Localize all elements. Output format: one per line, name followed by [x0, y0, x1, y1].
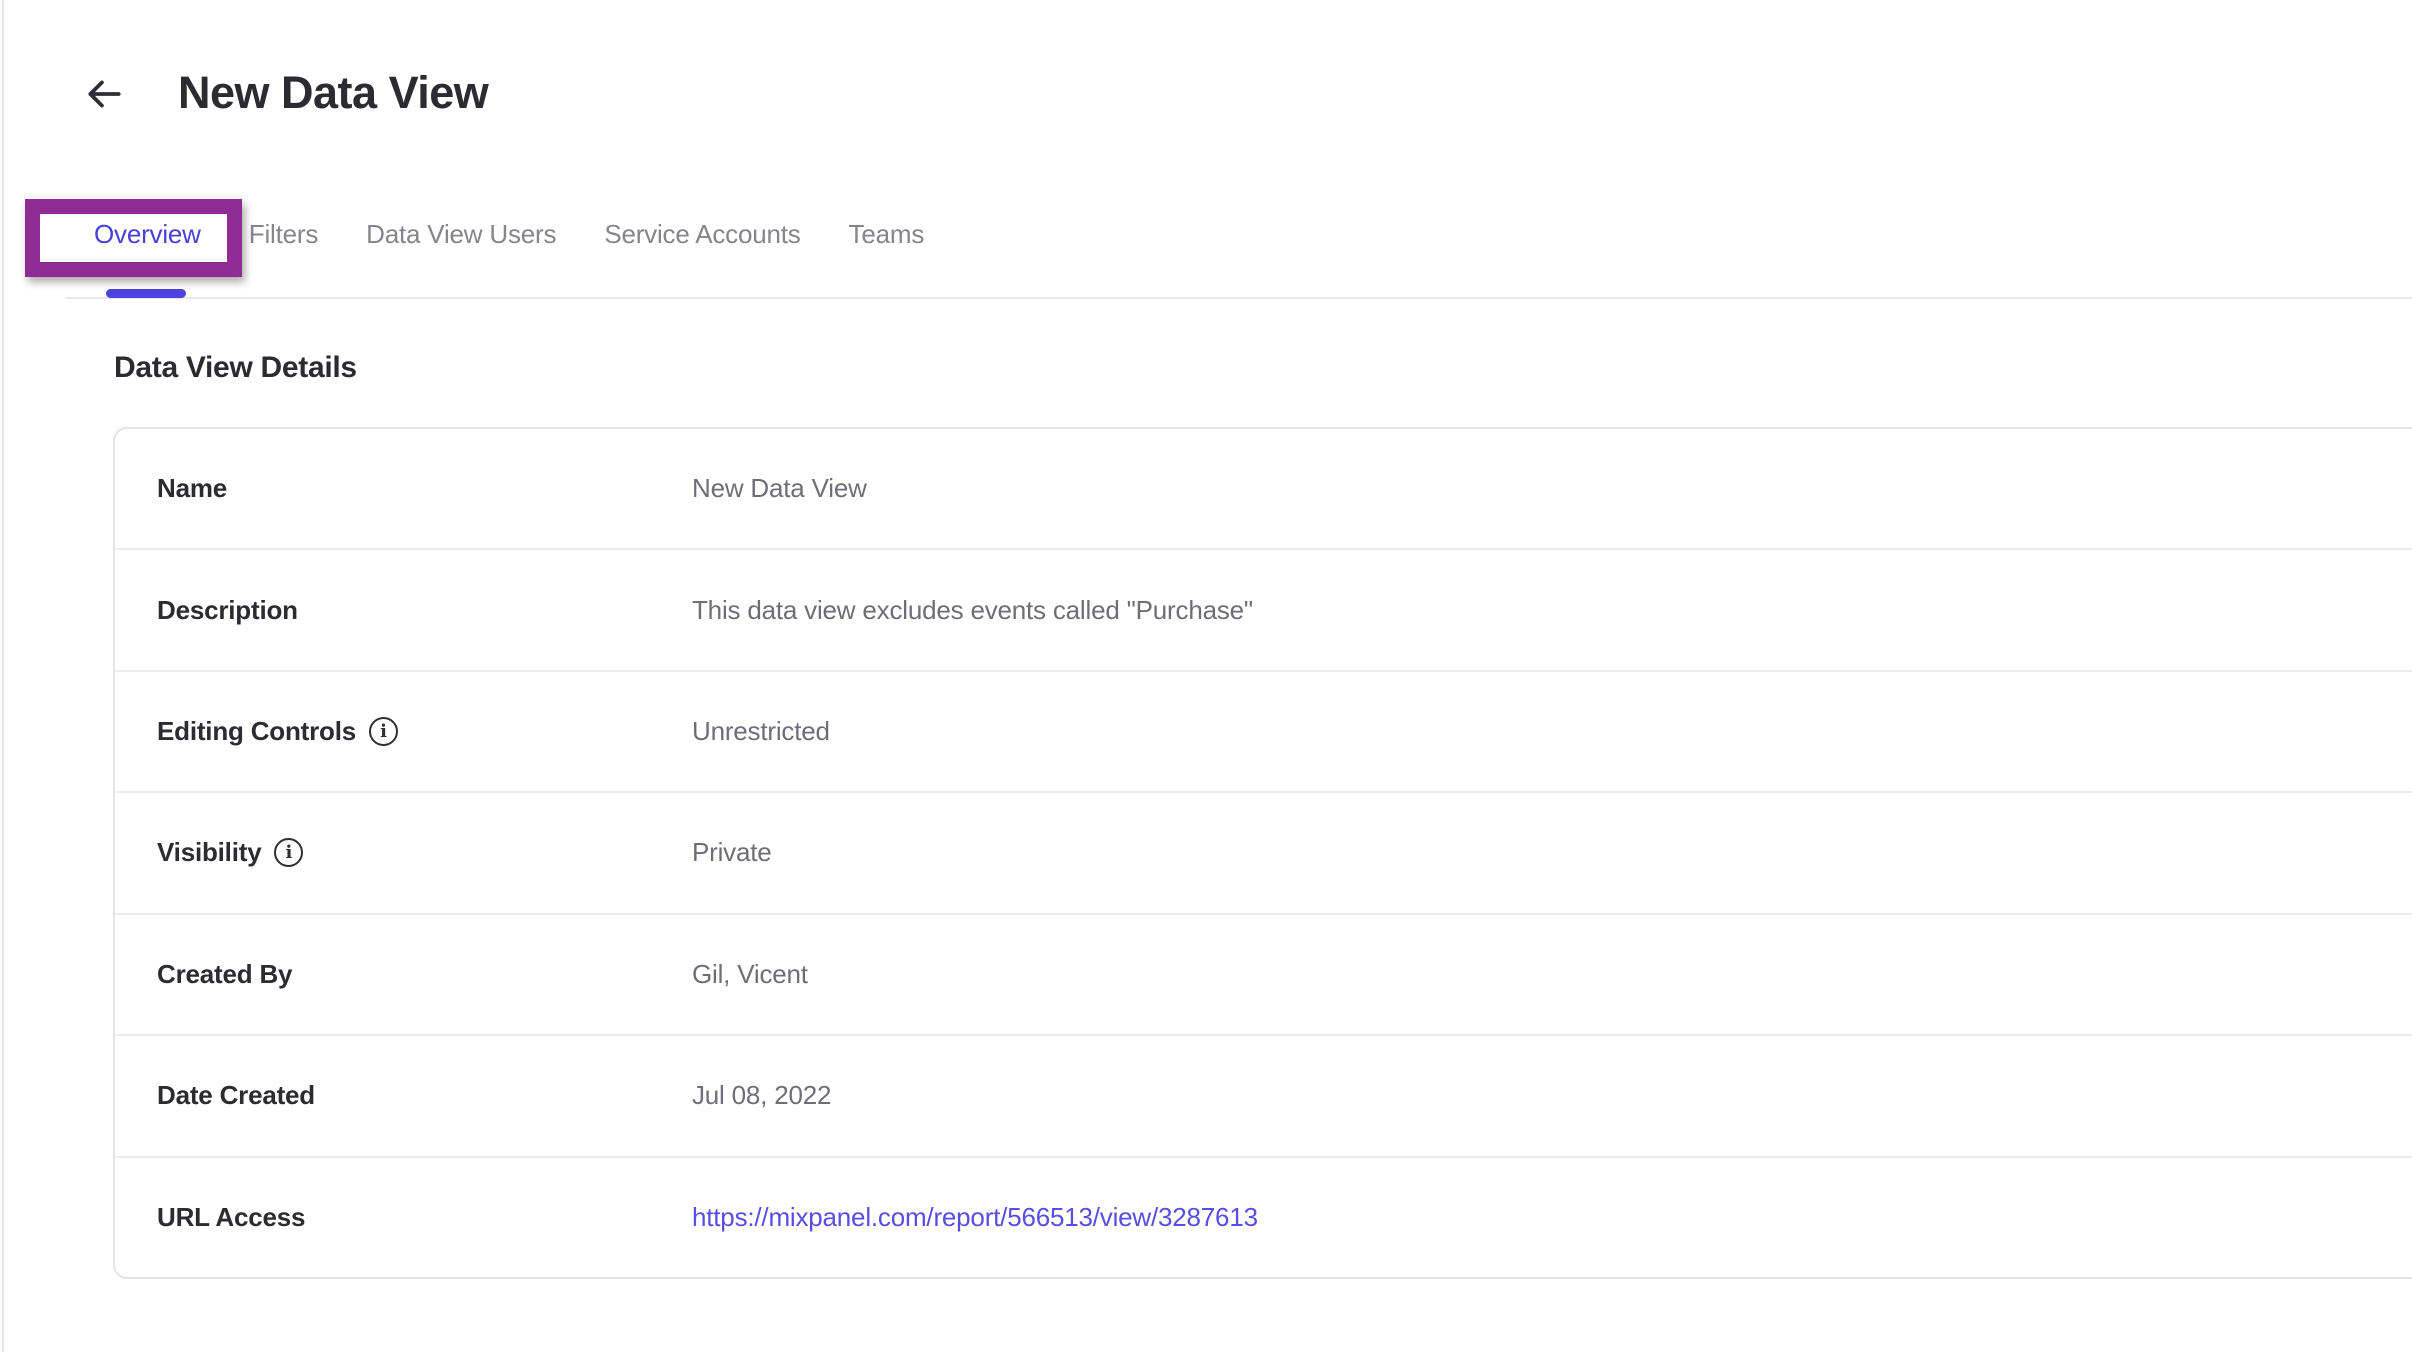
row-label: Created By	[157, 959, 292, 990]
row-label: Description	[157, 595, 298, 626]
row-value: New Data View	[692, 473, 867, 504]
row-value: This data view excludes events called "P…	[692, 595, 1253, 626]
table-row: Description This data view excludes even…	[115, 550, 2412, 671]
tab-bar: Overview Filters Data View Users Service…	[94, 219, 924, 250]
row-value: Jul 08, 2022	[692, 1080, 831, 1111]
row-value: Private	[692, 837, 772, 868]
row-label: URL Access	[157, 1202, 305, 1233]
row-value: Gil, Vicent	[692, 959, 808, 990]
row-label: Name	[157, 473, 227, 504]
table-row: Name New Data View	[115, 429, 2412, 550]
table-row: Editing Controls i Unrestricted	[115, 672, 2412, 793]
table-row: Date Created Jul 08, 2022	[115, 1036, 2412, 1157]
row-value: Unrestricted	[692, 716, 830, 747]
left-pane-divider	[2, 0, 4, 1352]
arrow-left-icon	[83, 73, 125, 115]
url-access-link[interactable]: https://mixpanel.com/report/566513/view/…	[692, 1202, 1258, 1232]
table-row: Created By Gil, Vicent	[115, 915, 2412, 1036]
tab-filters[interactable]: Filters	[249, 219, 318, 250]
row-label: Visibility	[157, 837, 261, 868]
tab-teams[interactable]: Teams	[849, 219, 925, 250]
section-title: Data View Details	[114, 351, 357, 385]
tab-data-view-users[interactable]: Data View Users	[366, 219, 556, 250]
table-row: URL Access https://mixpanel.com/report/5…	[115, 1158, 2412, 1277]
row-label: Date Created	[157, 1080, 315, 1111]
page-title: New Data View	[178, 67, 488, 119]
back-button[interactable]	[80, 70, 128, 118]
tab-service-accounts[interactable]: Service Accounts	[604, 219, 800, 250]
info-circle-icon[interactable]: i	[369, 717, 398, 746]
table-row: Visibility i Private	[115, 793, 2412, 914]
active-tab-underline	[106, 289, 186, 298]
tab-bar-divider	[65, 297, 2412, 299]
tab-overview[interactable]: Overview	[94, 219, 201, 250]
row-label: Editing Controls	[157, 716, 356, 747]
details-card: Name New Data View Description This data…	[113, 427, 2412, 1279]
info-circle-icon[interactable]: i	[274, 838, 303, 867]
